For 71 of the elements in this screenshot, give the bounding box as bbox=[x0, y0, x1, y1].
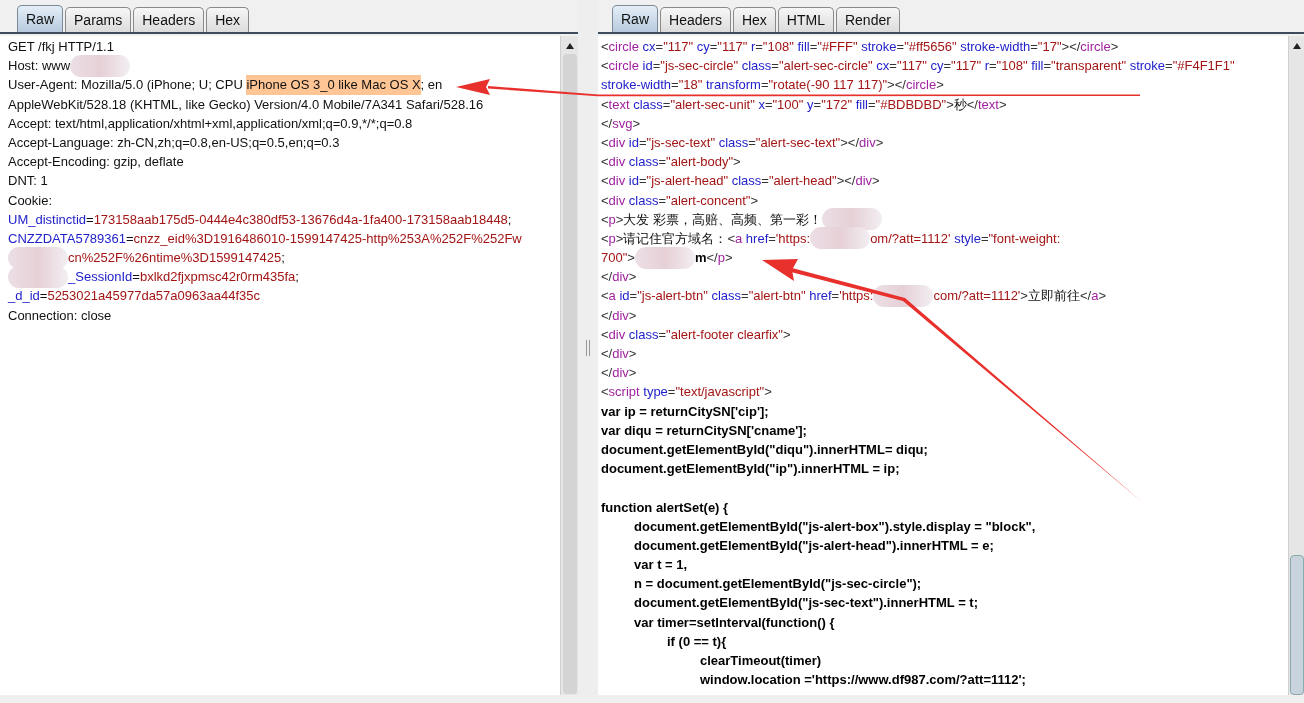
code-line: document.getElementById("js-sec-text").innerHTML = t; bbox=[633, 594, 978, 613]
code-line: </svg> bbox=[601, 114, 641, 133]
code-line: Cookie: bbox=[8, 191, 53, 210]
code-line: clearTimeout(timer) bbox=[699, 652, 822, 670]
code-line: <circle id="js-sec-circle" class="alert-sec-circle" cx="117" cy="117" r="108" fill="transparent" stroke="#F4F1F1" bbox=[601, 57, 1235, 76]
code-line: document.getElementById("ip").innerHTML = ip; bbox=[601, 460, 900, 479]
code-line: if (0 == t){ bbox=[666, 632, 727, 651]
tab[interactable]: Hex bbox=[206, 7, 250, 32]
scrollbar[interactable] bbox=[560, 36, 578, 695]
code-line: document.getElementById("js-alert-box").style.display = "block", bbox=[633, 517, 1036, 536]
code-line: <div id="js-alert-head" class="alert-head"></div> bbox=[601, 172, 880, 191]
code-line: Accept-Encoding: gzip, deflate bbox=[8, 153, 184, 172]
code-line: var t = 1, bbox=[633, 556, 688, 575]
tab[interactable]: Raw bbox=[612, 5, 658, 32]
code-line: <div class="alert-body"> bbox=[601, 153, 741, 172]
code-line: User-Agent: Mozilla/5.0 (iPhone; U; CPU iPhone OS 3_0 like Mac OS X; en bbox=[8, 75, 443, 95]
code-line: _d_id=5253021a45977da57a0963aa44f35c bbox=[8, 287, 260, 306]
tab[interactable]: Params bbox=[65, 7, 132, 32]
code-text: _SessionId=bxlkd2fjxpmsc42r0rm435fa; bbox=[68, 268, 299, 287]
code-text: om/?att=1112' style="font-weight: bbox=[870, 229, 1061, 248]
code-line: <text class="alert-sec-unit" x="100" y="172" fill="#BDBDBD">秒</text> bbox=[601, 95, 1007, 114]
code-line: AppleWebKit/528.18 (KHTML, like Gecko) Version/4.0 Mobile/7A341 Safari/528.16 bbox=[8, 95, 484, 114]
code-text: cn%252F%26ntime%3D1599147425; bbox=[68, 249, 285, 268]
tab[interactable]: Raw bbox=[17, 5, 63, 32]
redaction-blur bbox=[8, 246, 68, 269]
tab[interactable]: HTML bbox=[777, 7, 834, 32]
code-line: CNZZDATA5789361=cnzz_eid%3D1916486010-1599147425-http%253A%252F%252Fw bbox=[8, 229, 522, 248]
scroll-up-icon[interactable] bbox=[564, 42, 575, 50]
code-line: <circle cx="117" cy="117" r="108" fill="#FFF" stroke="#ff5656" stroke-width="17"></circle> bbox=[601, 38, 1119, 56]
code-line: Accept-Language: zh-CN,zh;q=0.8,en-US;q=0.5,en;q=0.3 bbox=[8, 133, 340, 152]
scroll-up-icon[interactable] bbox=[1291, 42, 1302, 50]
code-line: var timer=setInterval(function() { bbox=[633, 613, 835, 632]
code-line: Accept: text/html,application/xhtml+xml,application/xml;q=0.9,*/*;q=0.8 bbox=[8, 114, 413, 133]
code-line: <div class="alert-concent"> bbox=[601, 191, 759, 210]
code-line: var diqu = returnCitySN['cname']; bbox=[601, 421, 807, 440]
code-text: <a id="js-alert-btn" class="alert-btn" href='https: bbox=[601, 287, 874, 306]
code-line: <script type="text/javascript"> bbox=[601, 383, 772, 402]
code-line: <div id="js-sec-text" class="alert-sec-text"></div> bbox=[601, 133, 884, 152]
tab[interactable]: Render bbox=[835, 7, 900, 32]
code-line: stroke-width="18" transform="rotate(-90 117 117)"></circle> bbox=[601, 76, 944, 95]
code-line: document.getElementById("js-alert-head").innerHTML = e; bbox=[633, 536, 994, 555]
redaction-blur bbox=[810, 227, 871, 250]
code-line: var ip = returnCitySN['cip']; bbox=[601, 402, 769, 421]
code-text: m</p> bbox=[694, 249, 733, 268]
tab[interactable]: Headers bbox=[660, 7, 731, 32]
code-line: Connection: close bbox=[8, 306, 112, 325]
redaction-blur bbox=[8, 265, 68, 288]
code-line: </div> bbox=[601, 345, 637, 363]
redaction-blur bbox=[634, 246, 695, 269]
code-line: <div class="alert-footer clearfix"> bbox=[601, 325, 791, 344]
code-line: n = document.getElementById("js-sec-circle"); bbox=[633, 575, 922, 594]
code-text: <p>大发 彩票，高赔、高频、第一彩！ bbox=[601, 210, 823, 229]
code-line: document.getElementById("diqu").innerHTML= diqu; bbox=[601, 440, 928, 459]
code-line: </div> bbox=[601, 268, 637, 287]
tab[interactable]: Headers bbox=[133, 7, 205, 32]
scrollbar[interactable] bbox=[1288, 36, 1304, 695]
scroll-thumb[interactable] bbox=[1289, 555, 1304, 695]
tab[interactable]: Hex bbox=[732, 7, 776, 32]
code-text: <p>请记住官方域名：<a href='https: bbox=[601, 229, 811, 248]
code-line: </div> bbox=[601, 364, 637, 383]
redaction-blur bbox=[70, 54, 131, 77]
code-line: DNT: 1 bbox=[8, 172, 48, 191]
code-line: UM_distinctid=173158aab175d5-0444e4c380df53-13676d4a-1fa400-173158aab18448; bbox=[8, 210, 512, 229]
code-line: </div> bbox=[601, 306, 637, 325]
code-text: Host: www bbox=[8, 57, 71, 76]
code-text: 700"> bbox=[601, 249, 635, 268]
redaction-blur bbox=[822, 208, 883, 231]
code-text: com/?att=1112'>立即前往</a> bbox=[933, 287, 1106, 306]
code-line: function alertSet(e) { bbox=[601, 498, 729, 517]
code-line: GET /fkj HTTP/1.1 bbox=[8, 38, 114, 56]
code-line: window.location ='https://www.df987.com/?att=1112'; bbox=[699, 671, 1026, 690]
